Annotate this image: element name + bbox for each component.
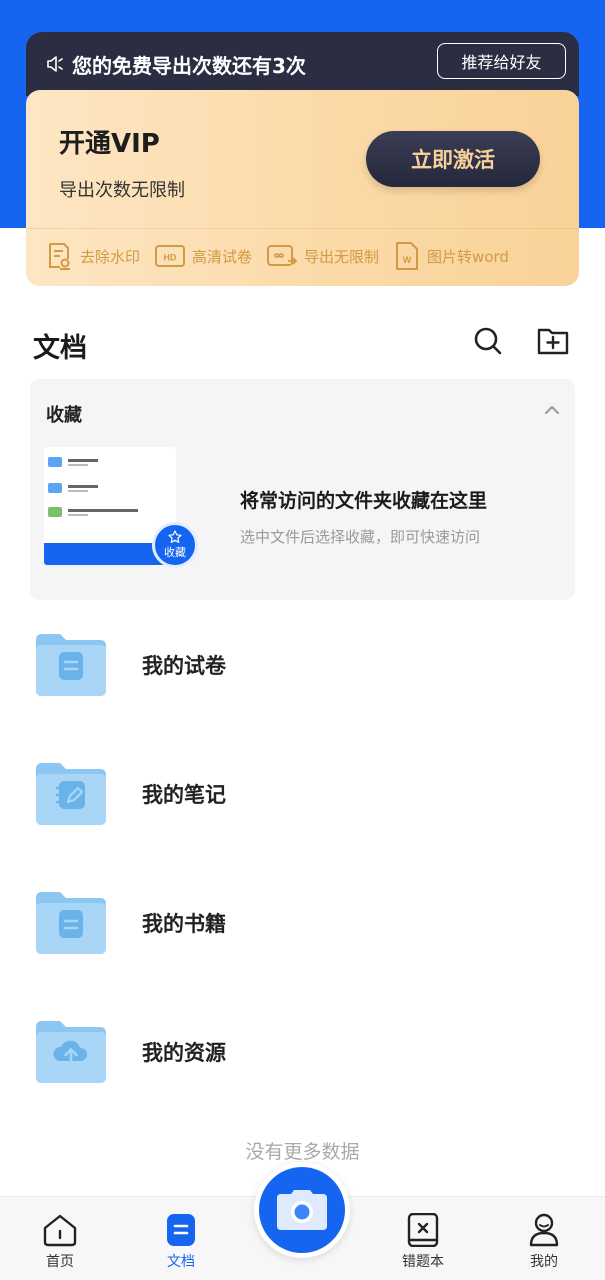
feature-label: 图片转word xyxy=(427,247,509,266)
favorites-heading: 将常访问的文件夹收藏在这里 xyxy=(240,490,488,512)
folder-label: 我的资源 xyxy=(142,1041,226,1065)
folder-label: 我的书籍 xyxy=(142,912,226,936)
favorites-title: 收藏 xyxy=(46,405,82,426)
feature-remove-watermark[interactable]: 去除水印 xyxy=(44,241,140,271)
vip-feature-list: 去除水印 HD 高清试卷 导出无限制 W 图片转word xyxy=(26,236,579,276)
home-icon xyxy=(43,1214,77,1247)
tab-home[interactable]: 首页 xyxy=(20,1197,100,1280)
add-folder-icon[interactable] xyxy=(537,325,569,355)
vip-title: 开通VIP xyxy=(59,129,160,159)
favorites-panel: 收藏 收藏 将常访问的文件夹收藏在这里 选中文件后选择收藏，即可快速访问 xyxy=(30,379,575,600)
recommend-to-friend-button[interactable]: 推荐给好友 xyxy=(437,43,566,79)
tab-label: 文档 xyxy=(167,1254,195,1270)
feature-unlimited-export[interactable]: 导出无限制 xyxy=(266,243,379,269)
svg-text:W: W xyxy=(403,255,412,265)
tab-mine[interactable]: 我的 xyxy=(504,1197,584,1280)
thumb-row xyxy=(48,457,98,467)
mistake-book-icon xyxy=(407,1213,439,1247)
favorite-badge: 收藏 xyxy=(152,522,198,568)
feature-label: 去除水印 xyxy=(80,247,141,266)
svg-text:HD: HD xyxy=(164,253,177,263)
feature-label: 导出无限制 xyxy=(304,247,380,266)
page-title: 文档 xyxy=(33,333,87,364)
thumb-row xyxy=(48,483,98,493)
notes-folder-icon xyxy=(36,763,106,825)
vip-subtitle: 导出次数无限制 xyxy=(59,180,185,201)
tab-label: 错题本 xyxy=(402,1254,444,1270)
book-folder-icon xyxy=(36,892,106,954)
feature-image-to-word[interactable]: W 图片转word xyxy=(393,241,509,271)
folder-label: 我的试卷 xyxy=(142,654,226,678)
activate-vip-button[interactable]: 立即激活 xyxy=(366,131,540,187)
speaker-icon xyxy=(47,56,63,72)
watermark-icon xyxy=(49,243,70,270)
cloud-folder-icon xyxy=(36,1021,106,1083)
favorites-description: 选中文件后选择收藏，即可快速访问 xyxy=(240,528,481,546)
export-icon xyxy=(267,245,298,266)
tab-label: 我的 xyxy=(530,1254,558,1270)
chevron-up-icon[interactable] xyxy=(543,403,561,417)
folder-my-papers[interactable]: 我的试卷 xyxy=(0,632,605,742)
feature-label: 高清试卷 xyxy=(192,247,253,266)
tab-mistake-book[interactable]: 错题本 xyxy=(383,1197,463,1280)
document-folder-icon xyxy=(36,634,106,696)
folder-my-notes[interactable]: 我的笔记 xyxy=(0,761,605,871)
list-end-text: 没有更多数据 xyxy=(245,1141,360,1163)
user-icon xyxy=(529,1213,559,1247)
vip-card: 开通VIP 导出次数无限制 立即激活 去除水印 HD 高清试卷 导出无限制 W … xyxy=(26,90,579,286)
folder-label: 我的笔记 xyxy=(142,783,226,807)
camera-icon xyxy=(277,1190,327,1230)
tab-documents[interactable]: 文档 xyxy=(141,1197,221,1280)
folder-my-resources[interactable]: 我的资源 xyxy=(0,1019,605,1129)
folder-my-books[interactable]: 我的书籍 xyxy=(0,890,605,1000)
search-icon[interactable] xyxy=(473,326,503,356)
vip-divider xyxy=(26,228,579,229)
thumb-row xyxy=(48,507,138,517)
tab-label: 首页 xyxy=(46,1254,74,1270)
favorite-badge-label: 收藏 xyxy=(164,546,186,559)
hd-icon: HD xyxy=(155,245,186,267)
star-icon xyxy=(168,530,182,543)
free-export-notice: 您的免费导出次数还有3次 推荐给好友 xyxy=(26,32,579,96)
feature-hd-paper[interactable]: HD 高清试卷 xyxy=(154,243,252,269)
camera-scan-button[interactable] xyxy=(254,1162,350,1258)
documents-icon xyxy=(167,1214,195,1246)
word-icon: W xyxy=(396,242,419,270)
